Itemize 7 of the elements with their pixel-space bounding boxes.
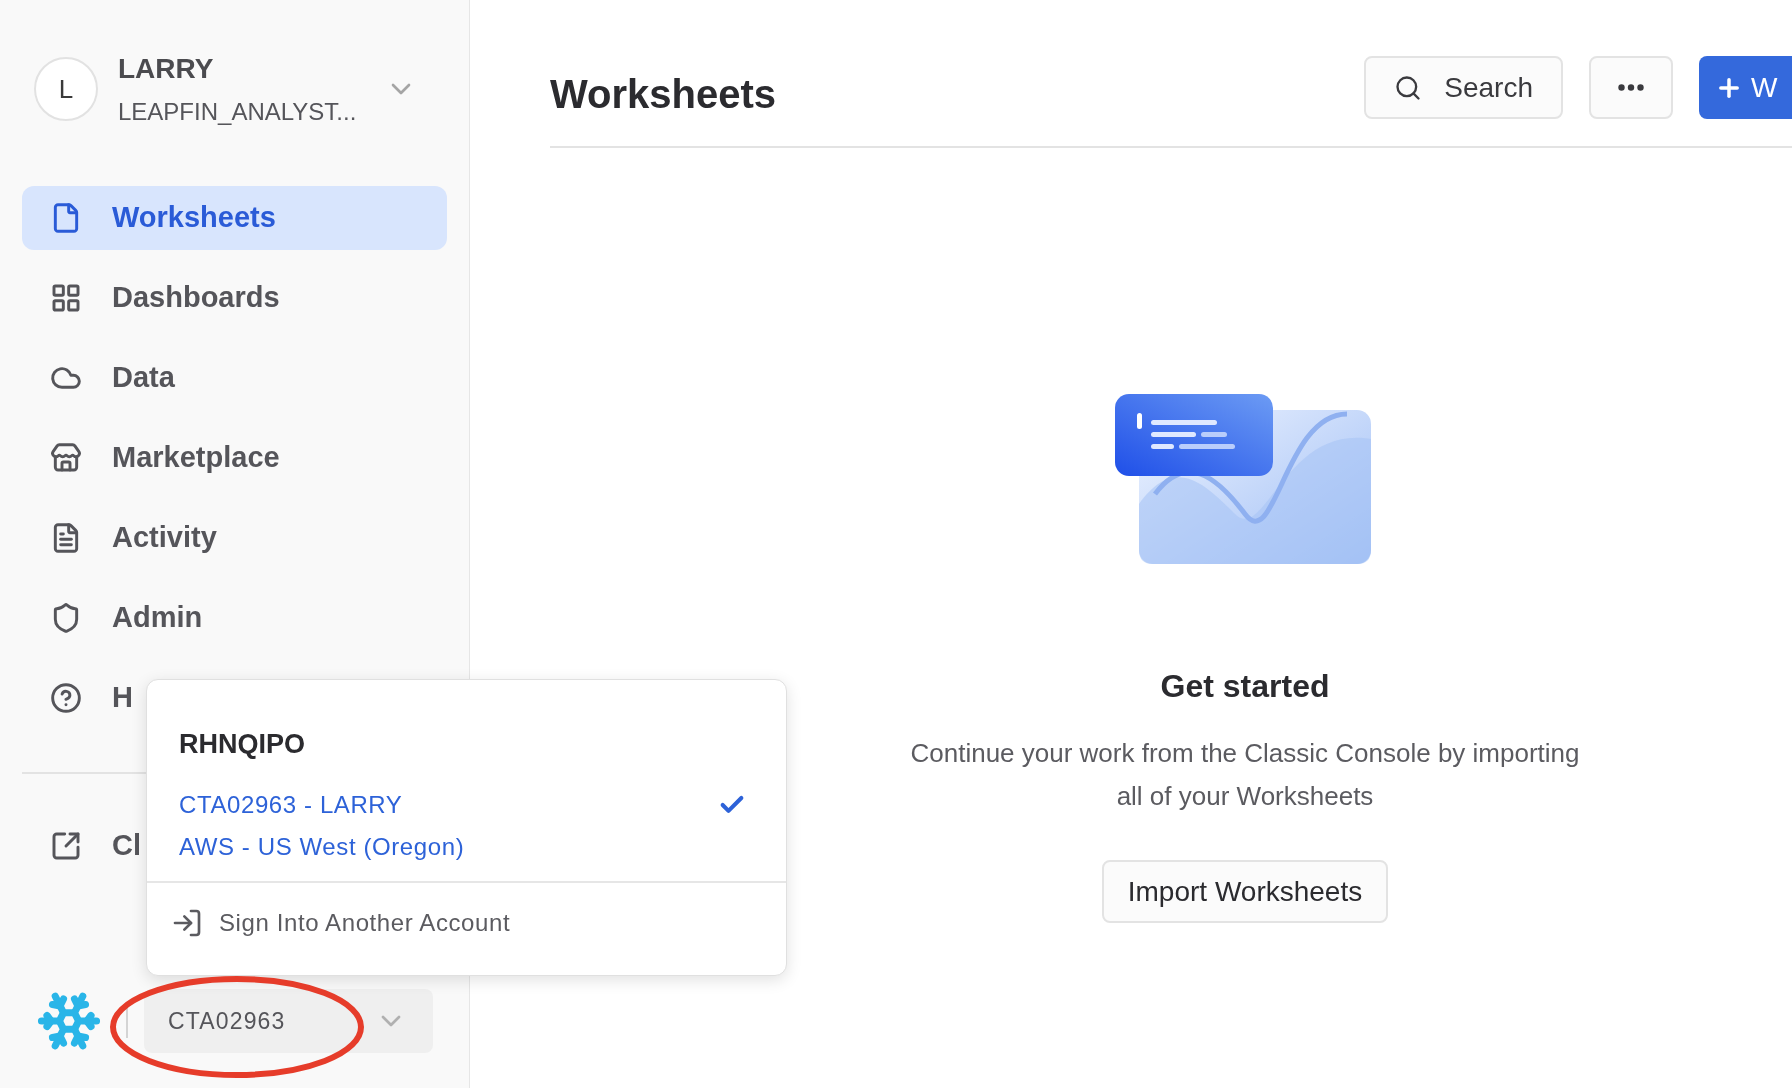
page-title: Worksheets [550, 71, 776, 118]
empty-state-title: Get started [1160, 667, 1330, 706]
user-name: LARRY [118, 52, 215, 86]
user-role: LEAPFIN_ANALYST... [118, 97, 358, 127]
organization-name: RHNQIPO [179, 728, 306, 761]
empty-state-description: Continue your work from the Classic Console by importing all of your Worksheets [909, 737, 1581, 813]
avatar: L [34, 57, 98, 121]
